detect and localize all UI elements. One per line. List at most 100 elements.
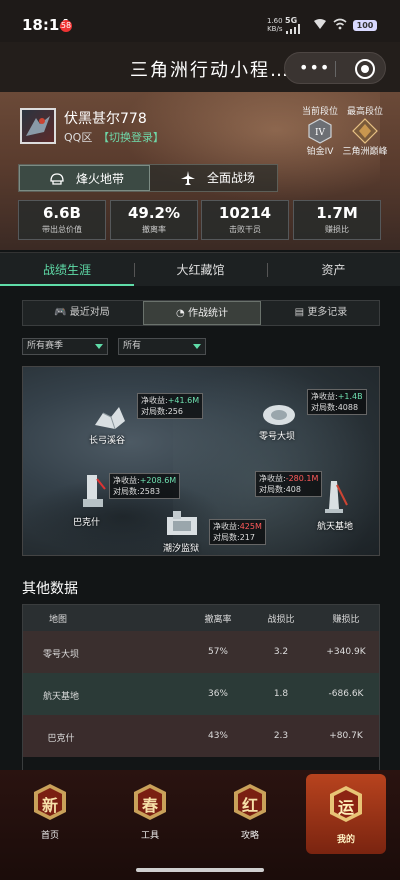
battery-indicator: 100 <box>353 20 377 31</box>
stat-card-extract-rate: 49.2% 撤离率 <box>110 200 198 240</box>
stat-card-profit-ratio: 1.7M 赚损比 <box>293 200 381 240</box>
table-header: 地图 撤离率 战损比 赚损比 <box>23 605 379 631</box>
map-name-valley[interactable]: 长弓溪谷 <box>89 433 125 446</box>
signal-bars-icon <box>314 19 326 29</box>
map-stats-bakesh: 净收益:+208.6M 对局数:2583 <box>109 473 181 499</box>
cell-map: 航天基地 <box>42 692 79 702</box>
map-name-dam[interactable]: 零号大坝 <box>259 429 295 442</box>
subtab-label: 最近对局 <box>69 307 110 318</box>
cell-profit-ratio: +80.7K <box>329 731 363 741</box>
column-header: 撤离率 <box>204 615 232 625</box>
spaceport-map-icon[interactable] <box>319 479 349 515</box>
signal-icon <box>286 24 300 34</box>
bakesh-map-icon[interactable] <box>79 471 109 511</box>
nav-label: 工具 <box>140 831 159 841</box>
app-title: 三角洲行动小程… <box>130 60 290 81</box>
type-select[interactable]: 所有 <box>118 338 206 355</box>
map-name-prison[interactable]: 潮汐监狱 <box>163 541 199 554</box>
network-speed: 1.60 KB/s <box>267 17 283 33</box>
valley-map-icon[interactable] <box>93 403 127 431</box>
nav-profile[interactable]: 运 我的 <box>306 774 386 854</box>
map-name-spaceport[interactable]: 航天基地 <box>317 519 353 532</box>
bottom-navigation: 新 首页 春 工具 红 攻略 运 我的 <box>0 770 400 880</box>
stat-value: 6.6B <box>42 204 81 222</box>
season-select-value: 所有赛季 <box>27 341 64 351</box>
peak-rank-icon <box>352 118 378 144</box>
miniprogram-capsule: ••• <box>284 52 386 84</box>
nav-home[interactable]: 新 首页 <box>10 778 90 848</box>
gamepad-icon: 🎮 <box>54 307 67 318</box>
stat-card-kills: 10214 击败干员 <box>201 200 289 240</box>
games-label: 对局数: <box>141 407 168 416</box>
mode-tab-label: 烽火地带 <box>76 172 125 186</box>
capsule-divider <box>335 61 336 77</box>
stat-label: 撤离率 <box>142 225 166 234</box>
nav-badge-char: 运 <box>337 798 354 817</box>
aircraft-icon <box>181 171 195 185</box>
switch-login-link[interactable]: 【切换登录】 <box>98 129 164 145</box>
player-name: 伏黑甚尔778 <box>64 111 147 127</box>
chevron-down-icon <box>193 344 201 349</box>
helmet-icon <box>50 173 64 185</box>
other-data-title: 其他数据 <box>22 581 78 597</box>
cell-kd: 2.3 <box>273 731 289 741</box>
nav-label: 我的 <box>336 835 355 845</box>
highest-rank-label: 最高段位 <box>346 107 383 117</box>
dam-map-icon[interactable] <box>261 401 297 427</box>
income-value: +41.6M <box>167 396 200 405</box>
sub-tabs: 🎮 最近对局 ◔ 作战统计 ▤ 更多记录 <box>22 300 380 326</box>
mode-tab-warfare[interactable]: 全面战场 <box>151 165 277 191</box>
platinum-rank-icon: IV <box>308 118 332 144</box>
notification-badge: 58 <box>60 20 72 32</box>
column-header: 地图 <box>48 615 67 625</box>
mode-tab-extraction[interactable]: 烽火地带 <box>19 165 150 191</box>
income-value: 425M <box>239 522 262 531</box>
nav-guides[interactable]: 红 攻略 <box>210 778 290 848</box>
games-label: 对局数: <box>113 487 140 496</box>
active-tab-indicator <box>0 284 134 286</box>
table-row[interactable]: 巴克什 43% 2.3 +80.7K <box>23 715 379 757</box>
tab-career[interactable]: 战绩生涯 <box>0 253 134 287</box>
stat-value: 10214 <box>218 204 272 222</box>
games-label: 对局数: <box>259 485 286 494</box>
svg-text:IV: IV <box>315 128 326 138</box>
nav-badge-char: 红 <box>241 796 258 815</box>
cell-profit-ratio: +340.9K <box>326 647 366 657</box>
income-label: 净收益: <box>141 396 168 405</box>
income-value: -280.1M <box>285 474 319 483</box>
cell-extract-rate: 36% <box>207 689 228 699</box>
highest-rank-name: 三角洲巅峰 <box>342 147 388 157</box>
cell-map: 零号大坝 <box>42 650 79 660</box>
stat-label: 赚损比 <box>325 225 349 234</box>
season-select[interactable]: 所有赛季 <box>22 338 108 355</box>
income-value: +208.6M <box>139 476 177 485</box>
games-value: 217 <box>239 533 255 542</box>
table-row[interactable]: 零号大坝 57% 3.2 +340.9K <box>23 631 379 673</box>
close-miniprogram-icon[interactable] <box>355 59 375 79</box>
network-speed-value: 1.60 <box>267 17 283 25</box>
subtab-more-records[interactable]: ▤ 更多记录 <box>263 301 379 325</box>
avatar[interactable] <box>20 108 56 144</box>
cell-extract-rate: 57% <box>207 647 228 657</box>
games-label: 对局数: <box>311 403 338 412</box>
app-title-bar: 三角洲行动小程… ••• <box>0 42 400 92</box>
nav-label: 攻略 <box>240 831 259 841</box>
home-indicator[interactable] <box>136 868 264 872</box>
cell-kd: 1.8 <box>273 689 289 699</box>
games-label: 对局数: <box>213 533 240 542</box>
subtab-recent-matches[interactable]: 🎮 最近对局 <box>23 301 141 325</box>
table-row[interactable]: 航天基地 36% 1.8 -686.6K <box>23 673 379 715</box>
column-header: 赚损比 <box>332 615 360 625</box>
account-zone: QQ区 <box>64 131 93 144</box>
games-value: 2583 <box>139 487 161 496</box>
nav-tools[interactable]: 春 工具 <box>110 778 190 848</box>
mode-switcher: 烽火地带 全面战场 <box>18 164 278 192</box>
tab-collection[interactable]: 大红藏馆 <box>134 253 267 287</box>
nav-badge-char: 春 <box>141 796 158 815</box>
prison-map-icon[interactable] <box>163 507 201 541</box>
subtab-battle-stats[interactable]: ◔ 作战统计 <box>143 301 261 325</box>
map-name-bakesh[interactable]: 巴克什 <box>73 515 100 528</box>
map-stats-spaceport: 净收益:-280.1M 对局数:408 <box>255 471 323 497</box>
more-options-icon[interactable]: ••• <box>299 60 330 76</box>
tab-assets[interactable]: 资产 <box>267 253 400 287</box>
